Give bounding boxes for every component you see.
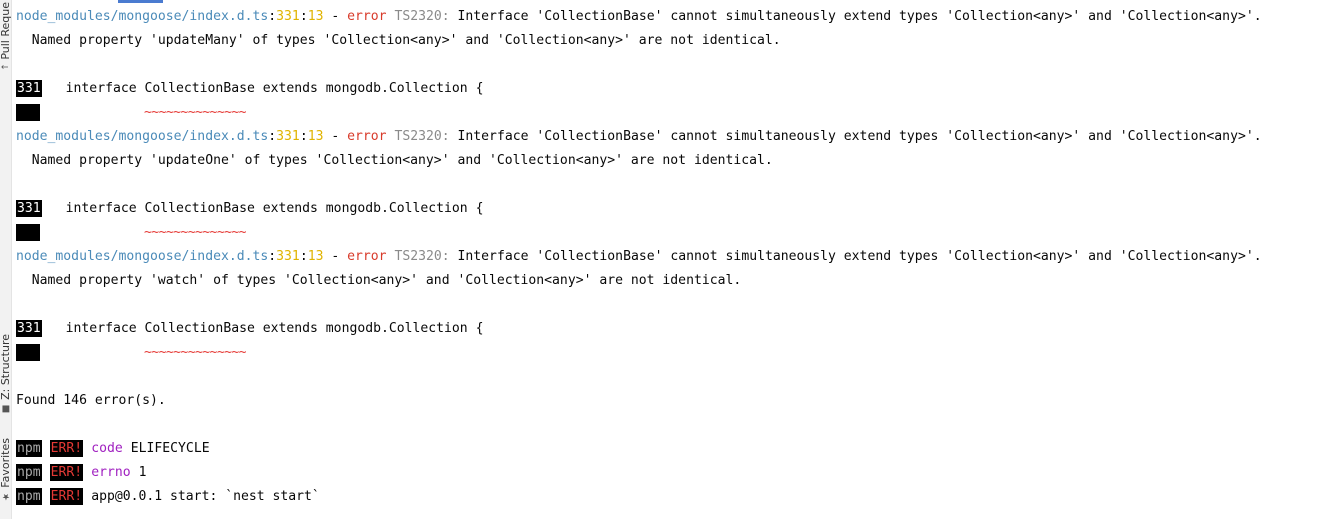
column-number: 13 (307, 9, 324, 24)
separator: - (323, 129, 348, 144)
code-snippet-line: 331 interface CollectionBase extends mong… (16, 197, 1320, 221)
error-message: Interface 'CollectionBase' cannot simult… (449, 249, 1262, 264)
gutter-block (16, 344, 40, 361)
column-number: 13 (307, 129, 324, 144)
separator: : (268, 249, 277, 264)
terminal-output[interactable]: node_modules/mongoose/index.d.ts:331:13 … (16, 5, 1320, 509)
error-header-line: node_modules/mongoose/index.d.ts:331:13 … (16, 245, 1320, 269)
separator: - (323, 249, 348, 264)
tool-window-sidebar: ↑ Pull Reque ■ Z: Structure ★ Favorites (0, 0, 12, 519)
npm-error-line: npm ERR! errno 1 (16, 461, 1320, 485)
error-detail-line: Named property 'updateMany' of types 'Co… (16, 33, 781, 48)
error-message: Interface 'CollectionBase' cannot simult… (449, 9, 1262, 24)
sidebar-tab-label: Favorites (0, 438, 12, 488)
file-path-link[interactable]: node_modules/mongoose/index.d.ts (16, 129, 268, 144)
npm-value: app@0.0.1 start: `nest start` (91, 489, 320, 504)
npm-key: code (91, 441, 123, 456)
npm-prefix: npm (16, 488, 42, 505)
npm-error-line: npm ERR! app@0.0.1 start: `nest start` (16, 485, 1320, 509)
squiggle-line: ~~~~~~~~~~~~~~ (16, 101, 1320, 125)
error-detail-line: Named property 'updateOne' of types 'Col… (16, 153, 773, 168)
error-header-line: node_modules/mongoose/index.d.ts:331:13 … (16, 5, 1320, 29)
npm-value: ELIFECYCLE (130, 441, 210, 456)
file-path-link[interactable]: node_modules/mongoose/index.d.ts (16, 249, 268, 264)
separator: : (299, 129, 308, 144)
npm-err-tag: ERR! (49, 440, 84, 457)
snippet-line-number: 331 (16, 320, 42, 337)
line-number: 331 (276, 129, 300, 144)
snippet-line-number: 331 (16, 200, 42, 217)
snippet-line-number: 331 (16, 80, 42, 97)
error-squiggle: ~~~~~~~~~~~~~~ (144, 345, 247, 360)
error-code: TS2320: (386, 249, 450, 264)
error-detail-line: Named property 'watch' of types 'Collect… (16, 273, 742, 288)
npm-err-tag: ERR! (49, 464, 84, 481)
error-squiggle: ~~~~~~~~~~~~~~ (144, 105, 247, 120)
npm-value: 1 (138, 465, 147, 480)
npm-key: errno (91, 465, 131, 480)
npm-err-tag: ERR! (49, 488, 84, 505)
sidebar-tab-label: Z: Structure (0, 334, 12, 400)
squiggle-line: ~~~~~~~~~~~~~~ (16, 221, 1320, 245)
separator: : (299, 249, 308, 264)
line-number: 331 (276, 9, 300, 24)
snippet-code: interface CollectionBase extends mongodb… (65, 201, 484, 216)
error-code: TS2320: (386, 9, 450, 24)
column-number: 13 (307, 249, 324, 264)
file-path-link[interactable]: node_modules/mongoose/index.d.ts (16, 9, 268, 24)
npm-prefix: npm (16, 440, 42, 457)
error-level: error (347, 129, 387, 144)
error-summary: Found 146 error(s). (16, 393, 166, 408)
sidebar-tab-structure[interactable]: ■ Z: Structure (0, 334, 12, 414)
active-tab-indicator (118, 0, 163, 3)
error-header-line: node_modules/mongoose/index.d.ts:331:13 … (16, 125, 1320, 149)
sidebar-tab-favorites[interactable]: ★ Favorites (0, 438, 12, 502)
npm-prefix: npm (16, 464, 42, 481)
error-code: TS2320: (386, 129, 450, 144)
snippet-code: interface CollectionBase extends mongodb… (65, 321, 484, 336)
sidebar-tab-pull-requests[interactable]: ↑ Pull Reque (0, 2, 12, 71)
error-squiggle: ~~~~~~~~~~~~~~ (144, 225, 247, 240)
snippet-code: interface CollectionBase extends mongodb… (65, 81, 484, 96)
gutter-block (16, 104, 40, 121)
sidebar-tab-label: Pull Reque (0, 2, 12, 60)
arrow-icon: ↑ (1, 63, 11, 71)
separator: - (323, 9, 348, 24)
code-snippet-line: 331 interface CollectionBase extends mong… (16, 317, 1320, 341)
line-number: 331 (276, 249, 300, 264)
error-message: Interface 'CollectionBase' cannot simult… (449, 129, 1262, 144)
npm-error-line: npm ERR! code ELIFECYCLE (16, 437, 1320, 461)
separator: : (268, 9, 277, 24)
code-snippet-line: 331 interface CollectionBase extends mong… (16, 77, 1320, 101)
separator: : (268, 129, 277, 144)
gutter-block (16, 224, 40, 241)
star-icon: ★ (1, 491, 11, 502)
error-level: error (347, 249, 387, 264)
structure-icon: ■ (1, 403, 11, 414)
squiggle-line: ~~~~~~~~~~~~~~ (16, 341, 1320, 365)
error-level: error (347, 9, 387, 24)
separator: : (299, 9, 308, 24)
